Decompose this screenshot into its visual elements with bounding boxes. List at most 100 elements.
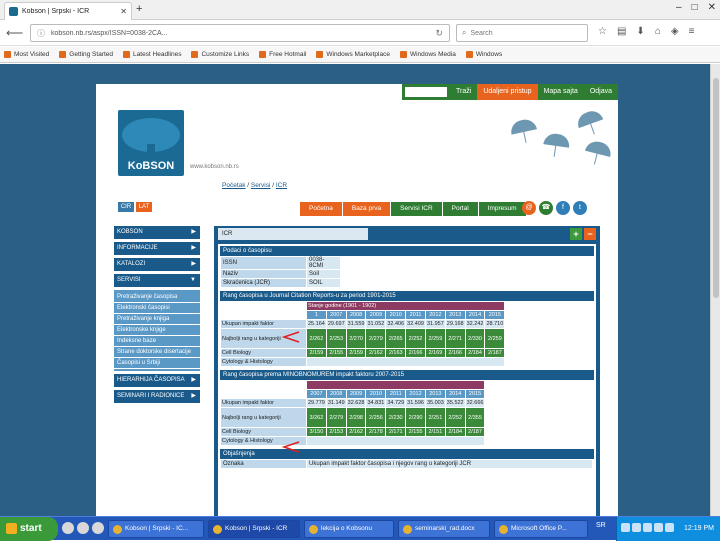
scrollbar-thumb[interactable]	[713, 78, 719, 298]
minimize-window-icon[interactable]: –	[676, 2, 682, 13]
sidebar-subitem[interactable]: Pretraživanje časopisa	[114, 292, 200, 303]
tray-icon[interactable]	[632, 523, 641, 532]
table-row: Ukupan impakt faktor 25.164 29.697 31.559 3…	[220, 319, 506, 329]
home-icon[interactable]: ⌂	[655, 26, 661, 37]
page-viewport: Traži Udaljeni pristup Mapa sajta Odjava…	[0, 64, 720, 516]
table-row: Cytology & Histology	[220, 436, 486, 446]
sidebar-item-informacije[interactable]: INFORMACIJE ▶	[114, 242, 200, 255]
menu-item-impressum[interactable]: Impresum	[478, 202, 527, 216]
topnav-site-map[interactable]: Mapa sajta	[537, 84, 584, 100]
taskbar-item[interactable]: seminarski_rad.docx	[398, 520, 490, 538]
taskbar-item[interactable]: Microsoft Office P...	[494, 520, 588, 538]
close-window-icon[interactable]: ✕	[708, 2, 716, 13]
bookmark-item[interactable]: Windows Media	[399, 51, 456, 58]
close-tab-icon[interactable]: ✕	[120, 7, 127, 16]
bookmark-item[interactable]: Free Hotmail	[259, 51, 306, 58]
bookmark-icon	[4, 51, 11, 58]
breadcrumb-home[interactable]: Početak	[222, 182, 246, 189]
shield-icon[interactable]: ◈	[671, 26, 679, 37]
breadcrumb: Početak / Servisi / ICR	[222, 182, 288, 189]
sidebar-item-kobson[interactable]: KOBSON ▶	[114, 226, 200, 239]
back-icon[interactable]: ⟵	[6, 26, 23, 40]
umbrella-icon	[574, 107, 604, 129]
site-tagline: www.kobson.nb.rs	[190, 164, 239, 170]
minimize-button[interactable]: −	[584, 228, 596, 240]
sidebar-subitem[interactable]: Časopisi u Srbiji	[114, 358, 200, 369]
maximize-window-icon[interactable]: □	[692, 2, 698, 13]
browser-search-box[interactable]: ⌕	[456, 24, 588, 42]
lang-latin[interactable]: LAT	[136, 202, 152, 212]
email-icon[interactable]: @	[522, 201, 536, 215]
sidebar-subitem[interactable]: Indeksne baze	[114, 336, 200, 347]
sidebar-item-servisi[interactable]: SERVISI ▼	[114, 274, 200, 287]
arrow-right-icon: ▶	[191, 393, 196, 399]
menu-item-home[interactable]: Početna	[300, 202, 343, 216]
icr-panel: ICR + − Podaci o časopisu ISSN 0038-8CMI …	[214, 226, 600, 516]
phone-icon[interactable]: ☎	[539, 201, 553, 215]
reading-list-icon[interactable]: ▤	[617, 26, 626, 37]
sidebar-item-hierarhija[interactable]: HIERARHIJA ČASOPISA ▶	[114, 374, 200, 387]
site-search-input[interactable]	[405, 87, 448, 97]
browser-tab-bar: Kobson | Srpski - ICR ✕ + – □ ✕	[0, 0, 720, 20]
bookmark-item[interactable]: Windows	[465, 51, 502, 58]
breadcrumb-current[interactable]: ICR	[276, 182, 287, 189]
info-icon[interactable]: ⓘ	[37, 28, 45, 39]
start-button[interactable]: start	[0, 517, 58, 541]
sidebar-submenu: Pretraživanje časopisa Elektronski časop…	[114, 290, 200, 371]
menu-icon[interactable]: ≡	[689, 26, 695, 37]
bookmark-item[interactable]: Latest Headlines	[123, 51, 181, 58]
menu-item-services[interactable]: Servisi ICR	[391, 202, 443, 216]
menu-item-database[interactable]: Baza prva	[342, 202, 392, 216]
sidebar-subitem[interactable]: Pretraživanje knjiga	[114, 314, 200, 325]
tray-icon[interactable]	[621, 523, 630, 532]
tray-icon[interactable]	[643, 523, 652, 532]
sidebar-item-katalozi[interactable]: KATALOZI ▶	[114, 258, 200, 271]
reload-icon[interactable]: ↻	[435, 28, 443, 39]
table-row: Ukupan impakt faktor 29.779 31.149 32.628 3…	[220, 398, 486, 408]
browser-search-input[interactable]	[470, 29, 571, 37]
facebook-icon[interactable]: f	[556, 201, 570, 215]
m-section-title: Rang časopisa prema MINOBNOMUREM impakt …	[220, 370, 594, 380]
browser-tab[interactable]: Kobson | Srpski - ICR ✕	[4, 2, 132, 20]
journal-info-table: ISSN 0038-8CMI Naziv Soil Skraćenica (JCR)…	[220, 256, 341, 288]
bookmark-item[interactable]: Windows Marketplace	[316, 51, 390, 58]
topnav-remote-access[interactable]: Udaljeni pristup	[477, 84, 538, 100]
quick-launch-icon[interactable]	[92, 522, 104, 534]
table-row: Najbolji rang u kategoriji 3/262 2/279 2/2…	[220, 407, 486, 428]
site-menu: Početna Baza prva Servisi ICR Portal Imp…	[300, 202, 527, 216]
table-row: 2007 2008 2009 2010 2011 2012 2013 2014 2015	[220, 389, 486, 399]
arrow-right-icon: ▶	[191, 245, 196, 251]
quick-launch-icon[interactable]	[62, 522, 74, 534]
kobson-logo[interactable]: KoBSON	[118, 110, 184, 176]
quick-launch-icon[interactable]	[77, 522, 89, 534]
twitter-icon[interactable]: t	[573, 201, 587, 215]
download-icon[interactable]: ⬇	[636, 26, 644, 37]
menu-item-portal[interactable]: Portal	[442, 202, 479, 216]
language-indicator[interactable]: SR	[596, 522, 606, 529]
topnav-search[interactable]: Traži	[450, 84, 478, 100]
new-tab-icon[interactable]: +	[136, 3, 142, 15]
breadcrumb-services[interactable]: Servisi	[251, 182, 271, 189]
sidebar-item-seminari[interactable]: SEMINARI I RADIONICE ▶	[114, 390, 200, 403]
page-scrollbar[interactable]	[710, 64, 720, 516]
umbrella-icon	[584, 139, 614, 157]
tray-icon[interactable]	[654, 523, 663, 532]
taskbar-item[interactable]: lekcija o Kobsonu	[304, 520, 394, 538]
tray-icon[interactable]	[665, 523, 674, 532]
bookmark-star-icon[interactable]: ☆	[598, 26, 607, 37]
arrow-right-icon: ▶	[191, 261, 196, 267]
bookmark-item[interactable]: Customize Links	[191, 51, 249, 58]
add-button[interactable]: +	[570, 228, 582, 240]
lang-cyrillic[interactable]: CIR	[118, 202, 134, 212]
bookmark-item[interactable]: Getting Started	[59, 51, 113, 58]
taskbar-item-active[interactable]: Kobson | Srpski - ICR	[208, 520, 300, 538]
kobson-site: Traži Udaljeni pristup Mapa sajta Odjava…	[96, 84, 618, 516]
url-bar[interactable]: ⓘ kobson.nb.rs/aspx/ISSN=0038-2CA... ↻	[30, 24, 450, 42]
sidebar-subitem[interactable]: Strane doktorske disertacije	[114, 347, 200, 358]
bookmark-item[interactable]: Most Visited	[4, 51, 49, 58]
sidebar-subitem[interactable]: Elektronske knjige	[114, 325, 200, 336]
topnav-logout[interactable]: Odjava	[583, 84, 618, 100]
taskbar-item[interactable]: Kobson | Srpski - IC...	[108, 520, 204, 538]
sidebar-subitem[interactable]: Elektronski časopisi	[114, 303, 200, 314]
search-icon: ⌕	[462, 28, 467, 37]
